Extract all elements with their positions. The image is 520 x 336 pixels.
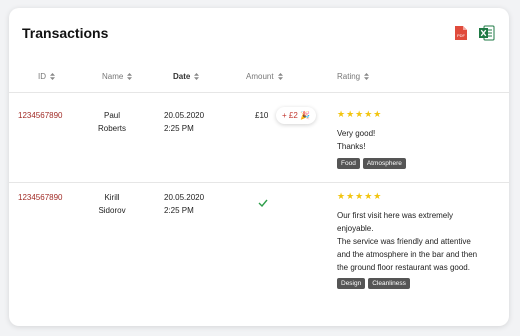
svg-text:PDF: PDF xyxy=(457,33,466,38)
tag-chip[interactable]: Food xyxy=(337,158,360,169)
column-header-id[interactable]: ID xyxy=(38,72,55,81)
sort-icon[interactable] xyxy=(364,73,370,80)
tag-chip[interactable]: Atmosphere xyxy=(362,158,406,169)
check-icon xyxy=(258,194,268,208)
column-header-amount[interactable]: Amount xyxy=(246,72,283,81)
customer-name: Paul Roberts xyxy=(97,111,126,133)
amount-value: £10 xyxy=(255,111,269,120)
rating-comment: Our first visit here was extremely enjoy… xyxy=(337,211,478,272)
tag-chip[interactable]: Cleanliness xyxy=(368,278,410,289)
row-divider xyxy=(9,182,509,183)
rating-stars: ★★★★★ xyxy=(337,109,383,119)
rating-comment: Very good! Thanks! xyxy=(337,129,376,151)
rating-stars: ★★★★★ xyxy=(337,191,383,201)
customer-name: Kirill Sidorov xyxy=(98,193,126,215)
sort-icon[interactable] xyxy=(194,73,200,80)
tag-chip[interactable]: Design xyxy=(337,278,366,289)
header-divider xyxy=(9,92,509,93)
tag-list: Design Cleanliness xyxy=(337,278,410,289)
transaction-id-link[interactable]: 1234567890 xyxy=(18,109,63,122)
tip-badge: + £2 🎉 xyxy=(276,107,316,124)
sort-icon[interactable] xyxy=(277,73,283,80)
tag-list: Food Atmosphere xyxy=(337,158,406,169)
sort-icon[interactable] xyxy=(127,73,133,80)
excel-export-icon[interactable] xyxy=(479,25,495,41)
pdf-export-icon[interactable]: PDF xyxy=(454,25,468,41)
column-header-name[interactable]: Name xyxy=(102,72,133,81)
column-header-rating[interactable]: Rating xyxy=(337,72,370,81)
transaction-date: 20.05.2020 2:25 PM xyxy=(164,111,205,133)
sort-icon[interactable] xyxy=(50,73,55,80)
transaction-id-link[interactable]: 1234567890 xyxy=(18,191,63,204)
transactions-card: Transactions PDF ID Name Date Amount Rat… xyxy=(9,8,509,326)
page-title: Transactions xyxy=(22,25,109,41)
transaction-date: 20.05.2020 2:25 PM xyxy=(164,193,205,215)
column-header-date[interactable]: Date xyxy=(173,72,200,81)
